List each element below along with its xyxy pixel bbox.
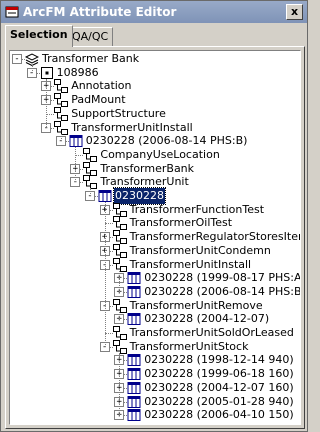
- tab-selection[interactable]: Selection: [5, 25, 73, 47]
- tree-guide-line: [46, 78, 48, 128]
- tree-guide-line: [75, 147, 77, 183]
- tree-guide-line: [31, 65, 33, 73]
- tree-guide-line: [119, 311, 121, 320]
- tree-node-label[interactable]: 0230228 (2006-04-10 150): [143, 407, 295, 423]
- tab-panel: - Transformer Bank -108986 + Annotation + PadM…: [5, 46, 305, 429]
- attribute-editor-window: ArcFM Attribute Editor x Selection QA/QC…: [0, 0, 308, 432]
- title-bar[interactable]: ArcFM Attribute Editor x: [1, 1, 307, 23]
- window-title: ArcFM Attribute Editor: [23, 5, 177, 19]
- tab-qaqc[interactable]: QA/QC: [67, 27, 114, 46]
- table-record-icon: [127, 408, 141, 422]
- tree-node[interactable]: +0230228 (2006-04-10 150): [10, 407, 298, 423]
- tree-connector: [46, 113, 55, 115]
- tree-guide-line: [90, 188, 91, 196]
- selection-tree[interactable]: - Transformer Bank -108986 + Annotation + PadM…: [9, 50, 301, 425]
- close-button[interactable]: x: [286, 4, 303, 20]
- tree-guide-line: [60, 133, 62, 142]
- tree-guide-line: [119, 352, 121, 416]
- tree-connector: [104, 333, 113, 334]
- tree-connector: [104, 223, 113, 225]
- tree-connector: [75, 154, 84, 156]
- tree-guide-line: [119, 270, 121, 292]
- collapse-toggle[interactable]: -: [12, 54, 22, 64]
- tree-guide-line: [104, 202, 106, 347]
- arcfm-app-icon: [5, 6, 19, 18]
